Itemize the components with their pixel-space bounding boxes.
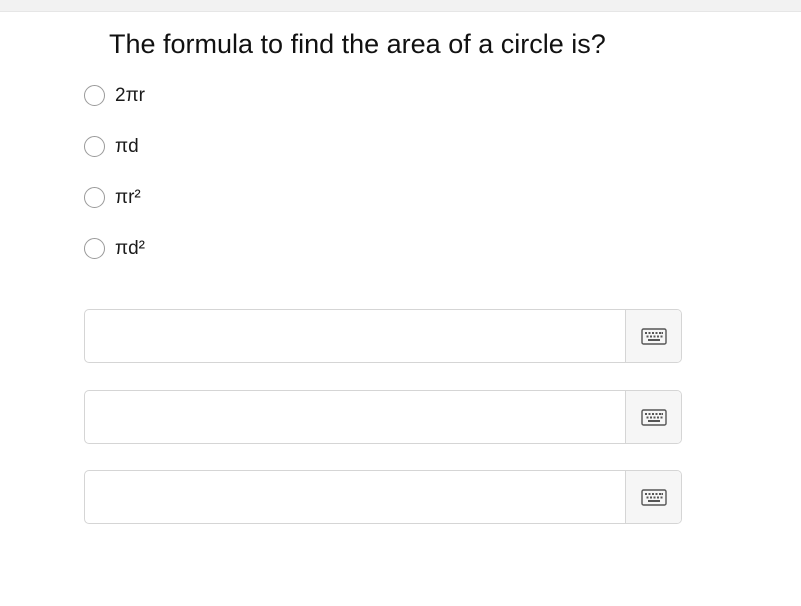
keyboard-icon [640, 488, 667, 506]
keyboard-button-3[interactable] [625, 471, 681, 523]
option-label: πd [115, 136, 139, 157]
radio-button[interactable] [84, 136, 105, 157]
option-pid[interactable]: πd [84, 134, 145, 159]
answer-field-1 [84, 309, 682, 363]
answer-input-2[interactable] [85, 391, 625, 443]
keyboard-button-2[interactable] [625, 391, 681, 443]
radio-button[interactable] [84, 187, 105, 208]
keyboard-icon [640, 327, 667, 345]
option-pir-squared[interactable]: πr² [84, 185, 145, 210]
keyboard-button-1[interactable] [625, 310, 681, 362]
answer-input-3[interactable] [85, 471, 625, 523]
option-label: πr² [115, 187, 141, 208]
answer-options: 2πr πd πr² πd² [84, 83, 145, 287]
radio-button[interactable] [84, 238, 105, 259]
option-2pir[interactable]: 2πr [84, 83, 145, 108]
answer-field-2 [84, 390, 682, 444]
question-text: The formula to find the area of a circle… [109, 29, 606, 59]
top-strip [0, 0, 801, 12]
option-label: 2πr [115, 85, 146, 106]
option-label: πd² [115, 238, 146, 259]
option-pid-squared[interactable]: πd² [84, 236, 145, 261]
answer-input-1[interactable] [85, 310, 625, 362]
answer-field-3 [84, 470, 682, 524]
keyboard-icon [640, 408, 667, 426]
radio-button[interactable] [84, 85, 105, 106]
